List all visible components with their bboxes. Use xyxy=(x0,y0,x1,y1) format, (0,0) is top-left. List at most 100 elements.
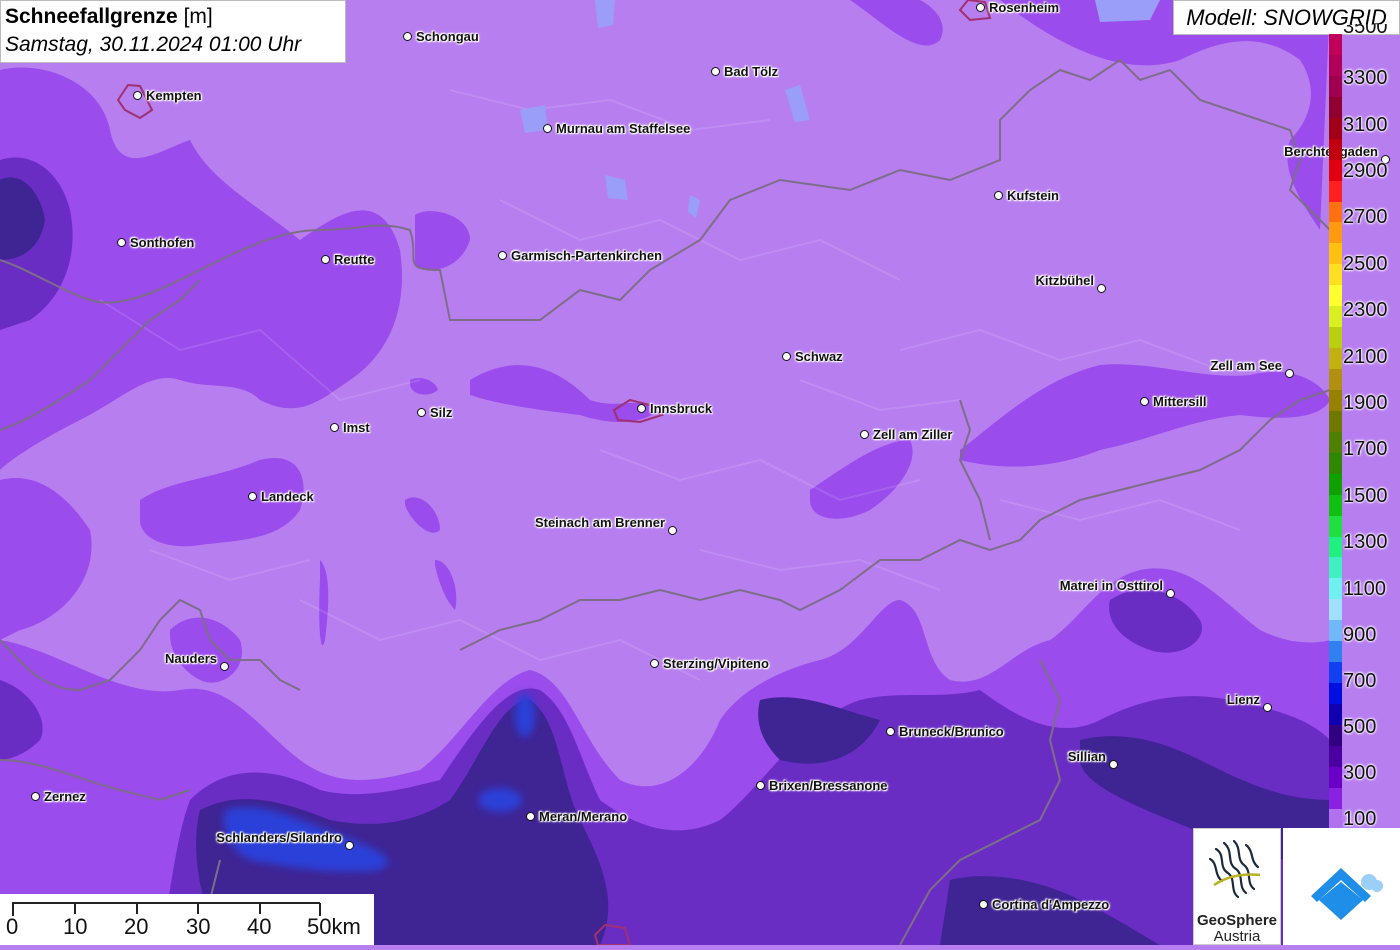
map-title-unit: [m] xyxy=(183,5,213,28)
legend-label: 2100 xyxy=(1343,346,1388,368)
legend-color-step xyxy=(1329,766,1342,788)
city-label: Matrei in Osttirol xyxy=(1059,578,1163,593)
legend-color-step xyxy=(1329,787,1342,809)
city-label: Schlanders/Silandro xyxy=(216,830,342,845)
city-label: Rosenheim xyxy=(989,0,1060,15)
legend-label: 3100 xyxy=(1343,114,1388,136)
legend-color-step xyxy=(1329,599,1342,621)
city-marker xyxy=(417,408,426,417)
scale-bar: 0 10 20 30 40 50km xyxy=(0,894,374,945)
city-marker xyxy=(117,238,126,247)
legend-color-step xyxy=(1329,222,1342,244)
city-marker xyxy=(31,792,40,801)
city-marker xyxy=(1109,760,1118,769)
geosphere-emblem-icon xyxy=(1208,839,1261,899)
city-label: Brixen/Bressanone xyxy=(769,778,888,793)
city-marker xyxy=(1285,369,1294,378)
scale-tick-label: 40 xyxy=(247,914,272,939)
city-label: Meran/Merano xyxy=(539,809,628,824)
city-marker xyxy=(994,191,1003,200)
city-marker xyxy=(1097,284,1106,293)
city-label: Kufstein xyxy=(1007,188,1059,203)
city-marker xyxy=(403,32,412,41)
legend-color-step xyxy=(1329,431,1342,453)
city-marker xyxy=(637,404,646,413)
geosphere-sub: Austria xyxy=(1213,928,1261,945)
legend-color-step xyxy=(1329,264,1342,286)
city-marker xyxy=(220,662,229,671)
legend-label: 1300 xyxy=(1343,531,1388,553)
legend-color-step xyxy=(1329,34,1342,55)
legend-label-top-partial: 3500 xyxy=(1343,24,1388,36)
city-marker xyxy=(668,526,677,535)
legend-label: 3300 xyxy=(1343,67,1388,89)
city-label: Sterzing/Vipiteno xyxy=(663,656,769,671)
legend-label: 700 xyxy=(1343,670,1377,692)
legend-color-step xyxy=(1329,536,1342,558)
scale-tick-label: 30 xyxy=(186,914,211,939)
legend-color-step xyxy=(1329,410,1342,432)
city-label: Zernez xyxy=(44,789,86,804)
city-label: Imst xyxy=(343,420,370,435)
city-marker xyxy=(330,423,339,432)
legend-color-step xyxy=(1329,75,1342,97)
city-marker xyxy=(860,430,869,439)
map-title: Schneefallgrenze [m] xyxy=(5,3,341,31)
legend-color-step xyxy=(1329,578,1342,600)
legend-color-step xyxy=(1329,515,1342,537)
geosphere-name: GeoSphere xyxy=(1196,912,1278,929)
map-title-box: Schneefallgrenze [m] Samstag, 30.11.2024… xyxy=(0,0,346,63)
city-label: Bruneck/Brunico xyxy=(899,724,1004,739)
city-marker xyxy=(498,251,507,260)
legend-color-step xyxy=(1329,557,1342,579)
city-marker xyxy=(976,3,985,12)
scale-tick-label: 0 xyxy=(6,914,19,939)
city-marker xyxy=(543,124,552,133)
legend-color-step xyxy=(1329,369,1342,390)
legend-color-step xyxy=(1329,704,1342,725)
legend-color-step xyxy=(1329,452,1342,474)
city-marker xyxy=(321,255,330,264)
city-label: Sonthofen xyxy=(130,235,195,250)
city-marker xyxy=(345,841,354,850)
city-marker xyxy=(979,900,988,909)
city-marker xyxy=(782,352,791,361)
legend-label: 1900 xyxy=(1343,392,1388,414)
legend-color-step xyxy=(1329,641,1342,663)
legend-color-step xyxy=(1329,159,1342,181)
city-label: Schwaz xyxy=(795,349,843,364)
city-label: Murnau am Staffelsee xyxy=(556,121,691,136)
legend-label: 1700 xyxy=(1343,438,1388,460)
legend-color-step xyxy=(1329,620,1342,642)
color-legend-bar xyxy=(1329,34,1342,830)
city-marker xyxy=(133,91,142,100)
legend-label: 900 xyxy=(1343,624,1377,646)
legend-label: 1500 xyxy=(1343,485,1388,507)
legend-color-step xyxy=(1329,662,1342,684)
city-marker xyxy=(886,727,895,736)
scale-tick-label: 50km xyxy=(307,914,361,939)
legend-label: 2700 xyxy=(1343,206,1388,228)
legend-color-step xyxy=(1329,243,1342,265)
city-marker xyxy=(1263,703,1272,712)
city-label: Innsbruck xyxy=(650,401,713,416)
city-label: Kitzbühel xyxy=(1035,273,1095,288)
city-marker xyxy=(248,492,257,501)
legend-color-step xyxy=(1329,285,1342,307)
city-marker xyxy=(1166,589,1175,598)
city-label: Sillian xyxy=(1067,749,1106,764)
legend-color-step xyxy=(1329,389,1342,411)
legend-color-step xyxy=(1329,473,1342,495)
legend-color-step xyxy=(1329,96,1342,118)
city-marker xyxy=(711,67,720,76)
legend-color-step xyxy=(1329,494,1342,516)
legend-color-step xyxy=(1329,117,1342,139)
city-label: Bad Tölz xyxy=(724,64,779,79)
city-label: Reutte xyxy=(334,252,375,267)
snowgrid-app-logo xyxy=(1283,828,1400,945)
legend-color-step xyxy=(1329,683,1342,704)
city-label: Zell am Ziller xyxy=(873,427,953,442)
legend-color-step xyxy=(1329,201,1342,223)
city-marker xyxy=(1140,397,1149,406)
city-label: Steinach am Brenner xyxy=(534,515,665,530)
